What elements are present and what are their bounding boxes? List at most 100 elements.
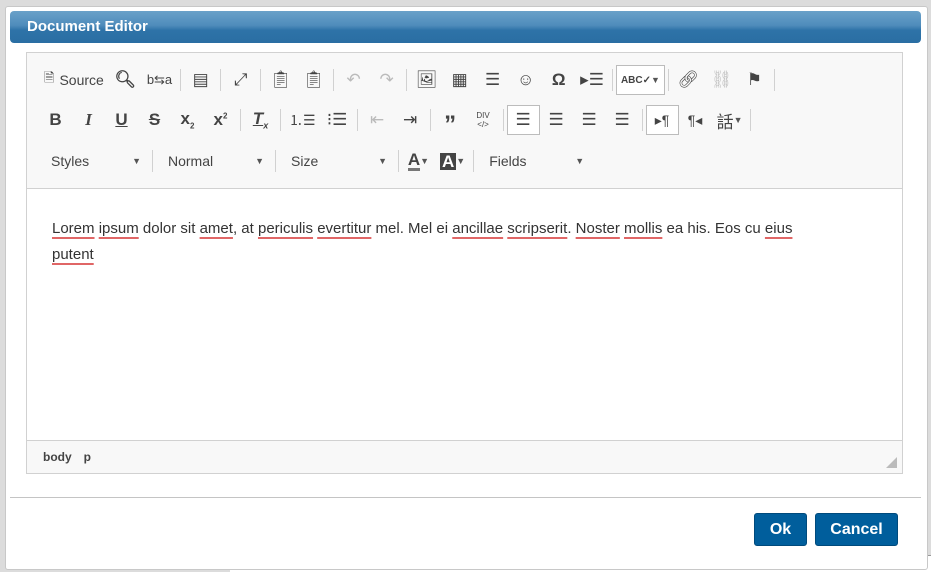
separator xyxy=(333,69,335,91)
divider xyxy=(10,497,921,498)
bulleted-list-icon: ⁝☰ xyxy=(326,110,348,129)
rich-text-editor: 🗎 Source 🔍︎ b⇆a ▤ ⤢ 📋︎ 📋︎ ↶ ↷ 🖼︎ ▦ ☰ ☺ Ω xyxy=(26,52,903,474)
paste-text-button[interactable]: 📋︎ xyxy=(264,65,297,95)
text: . xyxy=(567,220,572,237)
separator xyxy=(667,69,669,91)
misspelled-word[interactable]: eius xyxy=(765,220,793,237)
ltr-icon: ▸¶ xyxy=(654,111,670,128)
styles-dropdown[interactable]: Styles ▼ xyxy=(39,146,149,176)
underline-button[interactable]: U xyxy=(105,105,138,135)
special-char-button[interactable]: Ω xyxy=(542,65,575,95)
fields-dropdown[interactable]: Fields ▼ xyxy=(477,146,592,176)
search-icon: 🔍︎ xyxy=(114,70,137,89)
misspelled-word[interactable]: Noster xyxy=(576,220,620,237)
misspelled-word[interactable]: mollis xyxy=(624,220,662,237)
indent-button[interactable]: ⇥ xyxy=(394,105,427,135)
separator xyxy=(356,109,358,131)
blockquote-button[interactable]: ” xyxy=(434,105,467,137)
align-right-button[interactable]: ☰ xyxy=(573,105,606,135)
italic-icon: I xyxy=(85,110,92,129)
source-icon: 🗎 xyxy=(44,70,55,85)
rtl-button[interactable]: ¶◂ xyxy=(679,105,712,135)
numbered-list-button[interactable]: ⒈☰ xyxy=(284,105,321,135)
misspelled-word[interactable]: scripserit xyxy=(507,220,567,237)
document-editor-dialog: Document Editor 🗎 Source 🔍︎ b⇆a ▤ ⤢ 📋︎ 📋︎… xyxy=(5,6,928,570)
separator xyxy=(275,150,276,172)
maximize-button[interactable]: ⤢ xyxy=(224,65,257,95)
spellcheck-icon: ABC✓ xyxy=(620,74,651,86)
paste-word-icon: 📋︎ xyxy=(302,70,325,89)
div-button[interactable]: DIV </> xyxy=(467,105,500,135)
text-color-icon: A xyxy=(407,149,421,171)
italic-button[interactable]: I xyxy=(72,105,105,135)
misspelled-word[interactable]: putent xyxy=(52,246,94,263)
misspelled-word[interactable]: evertitur xyxy=(317,220,371,237)
smiley-icon: ☺ xyxy=(516,70,535,89)
select-all-button[interactable]: ▤ xyxy=(184,65,217,95)
spellcheck-button[interactable]: ABC✓ ▼ xyxy=(615,65,665,95)
outdent-icon: ⇤ xyxy=(369,110,385,129)
ltr-button[interactable]: ▸¶ xyxy=(645,105,679,135)
horizontal-line-icon: ☰ xyxy=(485,70,501,89)
redo-icon: ↷ xyxy=(379,70,394,89)
replace-button[interactable]: b⇆a xyxy=(142,65,177,95)
bulleted-list-button[interactable]: ⁝☰ xyxy=(321,105,354,135)
paste-word-button[interactable]: 📋︎ xyxy=(297,65,330,95)
find-button[interactable]: 🔍︎ xyxy=(109,65,142,95)
numbered-list-icon: ⒈☰ xyxy=(289,112,316,128)
justify-button[interactable]: ☰ xyxy=(606,105,639,135)
separator xyxy=(750,109,752,131)
styles-label: Styles xyxy=(51,153,90,169)
separator xyxy=(240,109,241,131)
misspelled-word[interactable]: ancillae xyxy=(452,220,503,237)
chevron-down-icon: ▼ xyxy=(456,156,466,166)
unlink-button[interactable]: ⛓ xyxy=(705,65,738,95)
horizontal-line-button[interactable]: ☰ xyxy=(476,65,509,95)
cancel-button[interactable]: Cancel xyxy=(815,513,898,546)
editor-content[interactable]: Lorem ipsum dolor sit amet, at periculis… xyxy=(27,189,902,440)
align-center-icon: ☰ xyxy=(548,110,564,129)
table-icon: ▦ xyxy=(451,70,468,89)
smiley-button[interactable]: ☺ xyxy=(509,65,542,95)
page-break-button[interactable]: ▸☰ xyxy=(575,65,609,95)
remove-format-button[interactable]: Tx xyxy=(244,105,277,135)
ok-button[interactable]: Ok xyxy=(754,513,807,546)
bold-icon: B xyxy=(49,110,62,129)
remove-format-icon: Tx xyxy=(252,109,269,131)
bg-color-button[interactable]: A ▼ xyxy=(435,146,470,176)
text-color-button[interactable]: A ▼ xyxy=(402,146,435,176)
paragraph[interactable]: Lorem ipsum dolor sit amet, at periculis… xyxy=(52,216,877,268)
maximize-icon: ⤢ xyxy=(233,70,248,89)
strikethrough-icon: S xyxy=(148,110,161,129)
redo-button[interactable]: ↷ xyxy=(370,65,403,95)
format-dropdown[interactable]: Normal ▼ xyxy=(156,146,272,176)
misspelled-word[interactable]: ipsum xyxy=(99,220,139,237)
replace-icon: b⇆a xyxy=(146,72,173,87)
strike-button[interactable]: S xyxy=(138,105,171,135)
superscript-button[interactable]: x2 xyxy=(204,105,237,135)
resize-handle[interactable] xyxy=(886,457,897,468)
misspelled-word[interactable]: amet xyxy=(200,220,233,237)
bold-button[interactable]: B xyxy=(39,105,72,135)
misspelled-word[interactable]: Lorem xyxy=(52,220,95,237)
align-center-button[interactable]: ☰ xyxy=(540,105,573,135)
link-button[interactable]: 🔗︎ xyxy=(672,65,705,95)
anchor-button[interactable]: ⚑ xyxy=(738,65,771,95)
path-item-p[interactable]: p xyxy=(84,450,91,464)
source-label: Source xyxy=(59,72,104,88)
undo-button[interactable]: ↶ xyxy=(337,65,370,95)
subscript-button[interactable]: x2 xyxy=(171,105,204,135)
path-item-body[interactable]: body xyxy=(43,450,72,464)
chevron-down-icon: ▼ xyxy=(733,115,743,125)
align-left-button[interactable]: ☰ xyxy=(506,105,540,135)
language-button[interactable]: 話 ▼ xyxy=(712,105,748,135)
bg-color-icon: A xyxy=(440,151,457,171)
outdent-button[interactable]: ⇤ xyxy=(361,105,394,135)
image-button[interactable]: 🖼︎ xyxy=(410,65,443,95)
separator xyxy=(406,69,408,91)
language-icon: 話 xyxy=(716,112,734,132)
misspelled-word[interactable]: periculis xyxy=(258,220,313,237)
table-button[interactable]: ▦ xyxy=(443,65,476,95)
size-dropdown[interactable]: Size ▼ xyxy=(279,146,395,176)
source-button[interactable]: 🗎 Source xyxy=(39,65,109,95)
